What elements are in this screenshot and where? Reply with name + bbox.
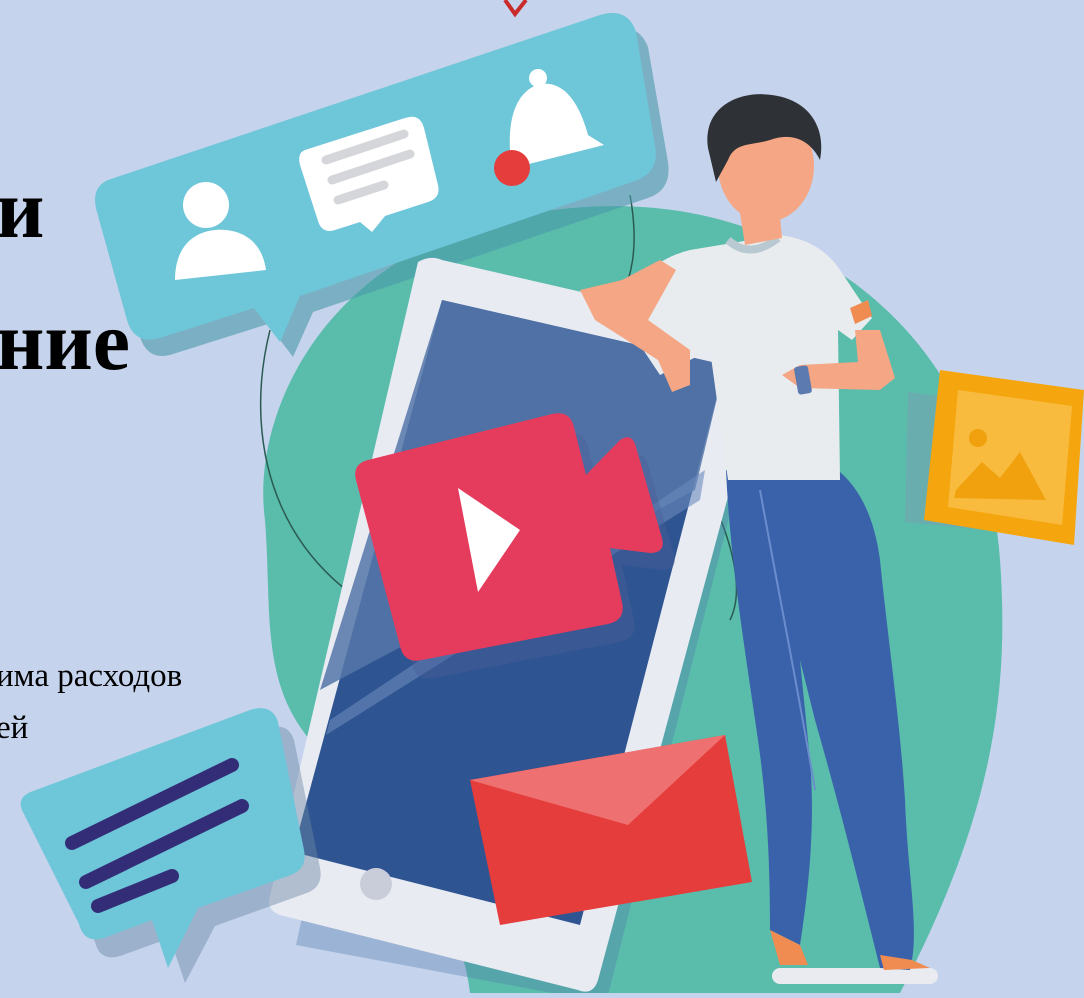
floor-shadow (772, 968, 938, 984)
heading-line-1: и (0, 163, 45, 256)
video-icon (355, 413, 675, 679)
top-accent (503, 0, 528, 18)
body-text-line-2: ей (0, 710, 29, 746)
home-button-icon (360, 868, 392, 900)
speech-bubble (20, 708, 321, 983)
heading-line-2: ние (0, 295, 131, 388)
image-card (905, 370, 1084, 545)
illustration (0, 0, 1084, 998)
body-text-line-1: има расходов (0, 658, 183, 694)
sun-icon (969, 429, 987, 447)
